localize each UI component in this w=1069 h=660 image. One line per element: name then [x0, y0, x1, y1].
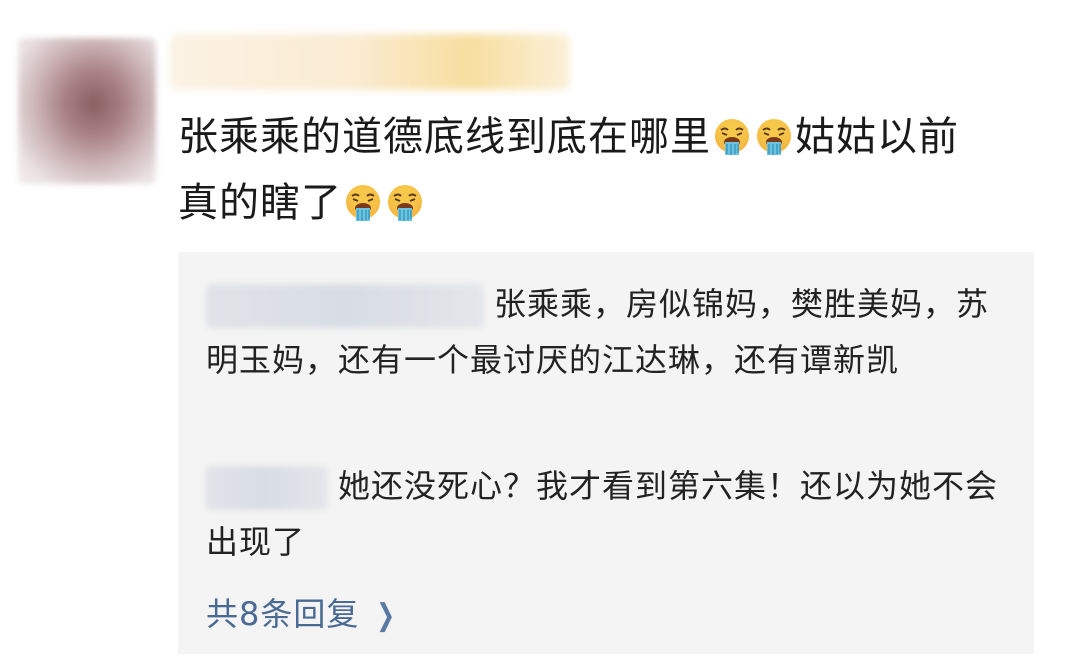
vomiting-face-icon [343, 183, 383, 223]
reply-item[interactable]: 她还没死心？我才看到第六集！还以为她不会出现了 [206, 458, 1006, 570]
comment-text-part-3: 真的瞎了 [178, 180, 342, 226]
avatar[interactable] [18, 38, 156, 184]
view-all-replies-link[interactable]: 共8条回复 ❯ [206, 590, 400, 640]
vomiting-face-icon [754, 117, 794, 157]
vomiting-face-icon [712, 117, 752, 157]
comment-text-part-2: 姑姑以前 [795, 114, 959, 160]
reply-item[interactable]: 张乘乘，房似锦妈，樊胜美妈，苏明玉妈，还有一个最讨厌的江达琳，还有谭新凯 [206, 276, 1006, 388]
chevron-right-icon: ❯ [376, 598, 397, 633]
replies-panel: 张乘乘，房似锦妈，樊胜美妈，苏明玉妈，还有一个最讨厌的江达琳，还有谭新凯 她还没… [178, 252, 1034, 654]
reply-author-blurred[interactable] [206, 466, 328, 510]
comment-text-part-1: 张乘乘的道德底线到底在哪里 [178, 114, 711, 160]
vomiting-face-icon [385, 183, 425, 223]
view-all-replies-label: 共8条回复 [206, 595, 360, 633]
reply-author-blurred[interactable] [206, 284, 484, 328]
username-blurred[interactable] [170, 34, 570, 90]
comment-text: 张乘乘的道德底线到底在哪里 姑姑以前 真的瞎了 [178, 104, 1038, 236]
comment-screenshot: 张乘乘的道德底线到底在哪里 姑姑以前 真的瞎了 张乘乘，房似锦妈，樊胜美妈，苏明玉… [0, 0, 1069, 660]
